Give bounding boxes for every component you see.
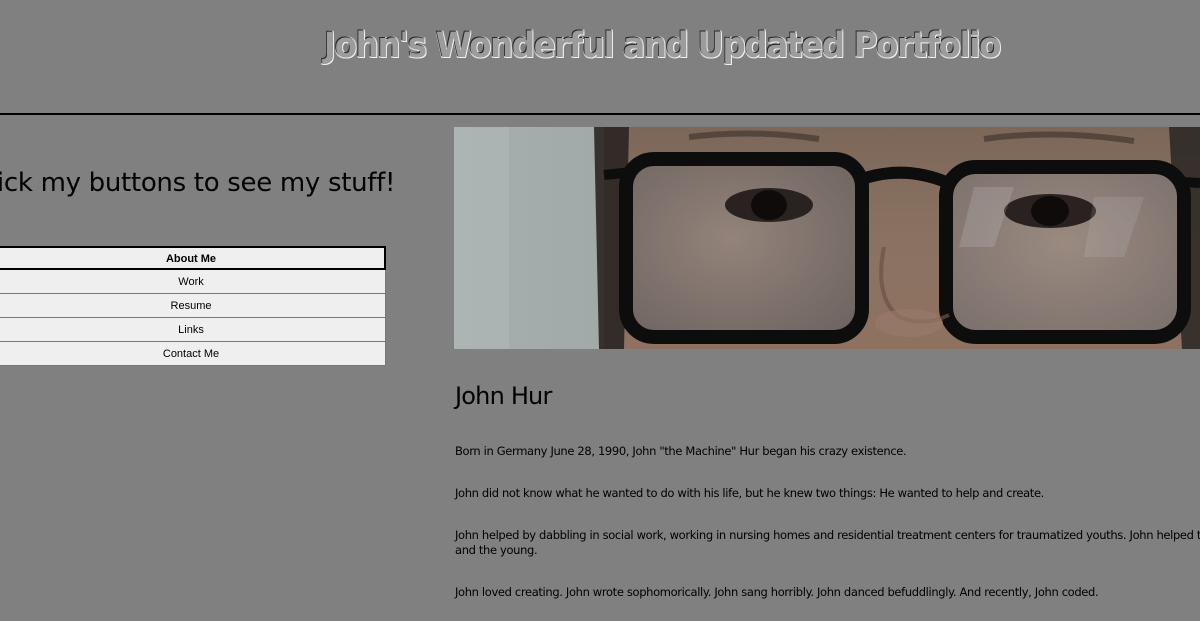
section-nav: About Me Work Resume Links Contact Me <box>0 246 386 366</box>
site-title: John's Wonderful and Updated Portfolio <box>324 26 1001 66</box>
bio-paragraph: John helped by dabbling in social work, … <box>455 528 1200 557</box>
contact-me-button[interactable]: Contact Me <box>0 342 386 366</box>
page: John's Wonderful and Updated Portfolio l… <box>0 0 1200 621</box>
bio-paragraph: John loved creating. John wrote sophomor… <box>455 585 1099 599</box>
tagline: lick my buttons to see my stuff! <box>0 168 396 198</box>
site-header: John's Wonderful and Updated Portfolio <box>0 0 1200 115</box>
name-heading: John Hur <box>455 382 552 410</box>
profile-photo <box>454 127 1200 349</box>
bio-paragraph: John did not know what he wanted to do w… <box>455 486 1044 500</box>
bio-paragraph: Born in Germany June 28, 1990, John "the… <box>455 444 907 458</box>
resume-button[interactable]: Resume <box>0 294 386 318</box>
bio-section: Born in Germany June 28, 1990, John "the… <box>455 444 1200 600</box>
about-me-button[interactable]: About Me <box>0 246 386 270</box>
work-button[interactable]: Work <box>0 270 386 294</box>
profile-photo-graphic <box>454 127 1200 349</box>
links-button[interactable]: Links <box>0 318 386 342</box>
